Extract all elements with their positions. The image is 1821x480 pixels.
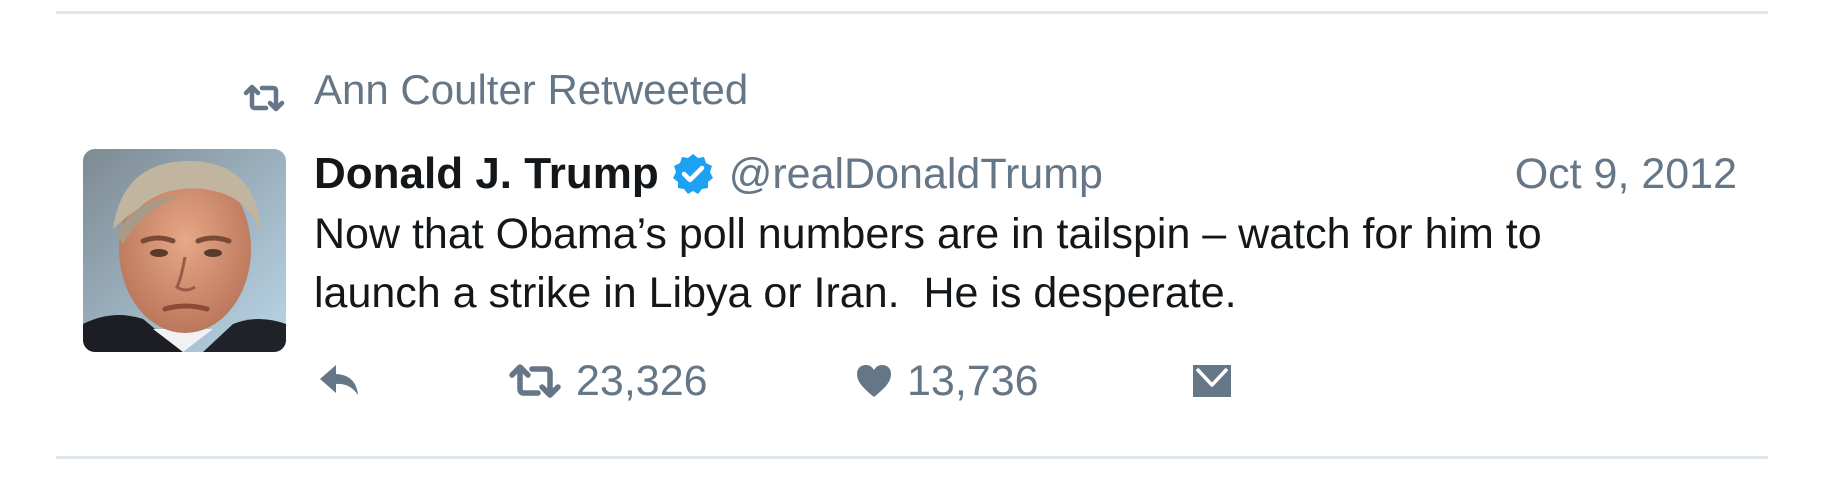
verified-badge-icon bbox=[671, 152, 715, 196]
tweet-text: Now that Obama’s poll numbers are in tai… bbox=[314, 210, 1542, 317]
bottom-divider bbox=[56, 456, 1768, 459]
user-handle[interactable]: @realDonaldTrump bbox=[729, 150, 1103, 199]
retweet-icon bbox=[508, 363, 562, 399]
heart-icon bbox=[855, 363, 893, 399]
tweet-timestamp[interactable]: Oct 9, 2012 bbox=[1515, 146, 1737, 202]
avatar[interactable] bbox=[83, 149, 286, 352]
retweet-context[interactable]: Ann Coulter Retweeted bbox=[242, 62, 748, 118]
like-button[interactable]: 13,736 bbox=[855, 352, 1039, 410]
retweet-count: 23,326 bbox=[576, 356, 708, 405]
retweet-button[interactable]: 23,326 bbox=[508, 352, 708, 410]
reply-icon bbox=[316, 361, 362, 401]
tweet-header: Donald J. Trump @realDonaldTrump bbox=[314, 146, 1103, 202]
retweet-context-label: Ann Coulter Retweeted bbox=[314, 66, 749, 113]
top-divider bbox=[56, 11, 1768, 14]
reply-button[interactable] bbox=[316, 352, 362, 410]
direct-message-button[interactable] bbox=[1191, 352, 1233, 410]
display-name[interactable]: Donald J. Trump bbox=[314, 149, 659, 199]
like-count: 13,736 bbox=[907, 356, 1039, 405]
tweet-actions: 23,326 13,736 bbox=[314, 352, 1614, 410]
retweet-icon bbox=[242, 75, 286, 112]
envelope-icon bbox=[1191, 363, 1233, 399]
